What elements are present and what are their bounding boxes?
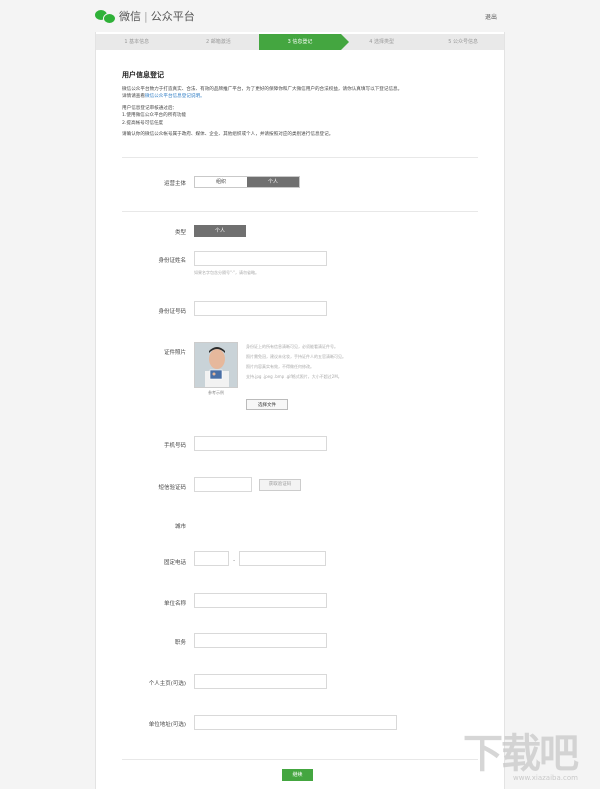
site-watermark: 下载吧 www.xiazaiba.com [463,730,598,785]
homepage-label: 个人主页(可选) [148,681,186,687]
position-label: 职务 [174,640,186,646]
photo-note-2: 照片需免冠，建议未化妆，手持证件人的五官清晰可见。 [246,354,346,359]
intro-details: 详情请查看微信公众平台信息登记说明。 [122,93,482,101]
photo-note-1: 身份证上的所有信息清晰可见，必须能看清证件号。 [246,344,338,349]
id-number-label: 身份证号码 [158,309,186,315]
sample-photo-image [194,342,238,388]
sms-code-input[interactable] [194,477,252,492]
step-1: 1 基本信息 [124,39,150,45]
brand-name: 微信 [119,10,141,23]
sample-photo-caption: 参考示例 [208,390,224,395]
choose-file-button[interactable]: 选择文件 [246,399,288,410]
intro-section: 用户信息登记 微信公众平台致力于打造真实、合法、有效的品牌推广平台，为了更好的保… [122,71,482,139]
step-2: 2 邮箱激活 [206,39,231,45]
operator-option-personal[interactable]: 个人 [247,177,299,187]
details-prefix: 详情请查看 [122,94,145,99]
address-label: 单位地址(可选) [148,722,186,728]
step-5: 5 公众号信息 [448,39,479,45]
divider [122,157,478,158]
wechat-logo-icon [95,9,116,24]
benefits-heading: 用户信息登记审核通过后： [122,105,178,111]
photo-note-4: 支持.jpg .jpeg .bmp .gif格式照片，大小不超过2M。 [246,374,342,379]
operator-option-org[interactable]: 组织 [195,177,247,187]
photo-requirements: 身份证上的所有信息清晰可见，必须能看清证件号。 照片需免冠，建议未化妆，手持证件… [246,342,406,382]
type-label: 类型 [174,230,186,236]
landline-number-input[interactable] [239,551,326,566]
photo-note-3: 照片内容真实有效，不得做任何修改。 [246,364,314,369]
position-input[interactable] [194,633,327,648]
divider [122,211,478,212]
type-value-badge: 个人 [194,225,246,237]
id-photo-label: 证件照片 [163,350,186,356]
address-input[interactable] [194,715,397,730]
registration-guide-link[interactable]: 微信公众平台信息登记说明。 [145,94,205,99]
id-name-label: 身份证姓名 [158,258,186,264]
person-holding-id-icon [195,343,237,387]
step-3-label: 3 信息登记 [287,39,313,45]
divider [122,759,478,760]
landline-label: 固定电话 [163,560,186,566]
landline-area-code-input[interactable] [194,551,229,566]
watermark-logo-text: 下载吧 [463,731,579,777]
registration-card: 1 基本信息 2 邮箱激活 3 信息登记 4 选择类型 5 公众号信息 用户信息… [95,32,505,789]
step-4: 4 选择类型 [369,39,394,45]
logout-link[interactable]: 退出 [485,12,497,21]
confirm-category-note: 请确认你的微信公众帐号属于政府、媒体、企业、其他组织或个人，并请按照对应的类别进… [122,132,334,137]
phone-label: 手机号码 [163,443,186,449]
intro-paragraph: 微信公众平台致力于打造真实、合法、有效的品牌推广平台，为了更好的保障你和广大微信… [122,86,403,92]
company-label: 单位名称 [163,601,186,607]
continue-button[interactable]: 继续 [282,769,313,781]
step-arrow-icon [340,34,349,50]
phone-input[interactable] [194,436,327,451]
id-name-hint: 如果名字包含分隔号"·"，请勿省略。 [194,270,259,275]
watermark-url: www.xiazaiba.com [513,774,578,782]
page-title: 用户信息登记 [122,71,164,79]
id-name-input[interactable] [194,251,327,266]
brand-subtitle: 公众平台 [150,10,195,23]
top-bar: 微信 | 公众平台 退出 [0,0,600,32]
wechat-logo[interactable]: 微信 | 公众平台 [95,8,195,24]
brand-separator: | [144,9,148,23]
benefit-1: 1.使用微信公众平台的所有功能 [122,113,187,118]
sms-code-label: 短信验证码 [158,485,186,491]
homepage-input[interactable] [194,674,327,689]
operator-toggle: 组织 个人 [194,176,300,188]
landline-separator: - [233,557,236,564]
city-label: 城市 [174,524,186,530]
progress-steps: 1 基本信息 2 邮箱激活 3 信息登记 4 选择类型 5 公众号信息 [96,34,504,50]
company-input[interactable] [194,593,327,608]
get-sms-code-button[interactable]: 获取验证码 [259,479,301,491]
operator-label: 运营主体 [163,181,186,187]
id-number-input[interactable] [194,301,327,316]
step-3-active: 3 信息登记 [259,34,349,50]
benefit-2: 2.提高帐号可信任度 [122,120,164,126]
